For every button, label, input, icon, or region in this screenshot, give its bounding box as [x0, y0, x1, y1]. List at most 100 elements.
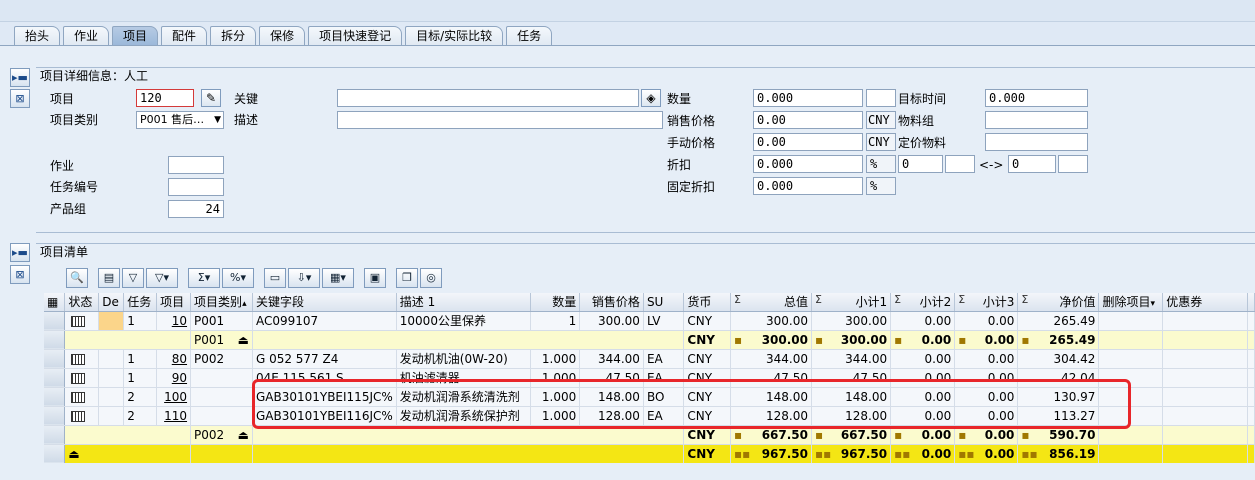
item-number-link[interactable]: 80 — [156, 349, 192, 369]
column-header-1[interactable]: De — [98, 293, 125, 312]
row-selector[interactable] — [44, 330, 66, 350]
column-header-4[interactable]: 项目类别▴ — [190, 293, 253, 312]
currency-cell: CNY — [683, 349, 731, 369]
discount-to-unit-field[interactable] — [1058, 155, 1088, 173]
product-group-field[interactable]: 24 — [168, 200, 224, 218]
discount-from-unit-field[interactable] — [945, 155, 975, 173]
row-selector[interactable] — [44, 406, 66, 426]
total-row[interactable]: ⏏ CNY ▪▪ 967.50 ▪▪ 967.50 ▪▪ 0.00 ▪▪ 0.00 ▪▪ 856.19 — [44, 444, 1255, 463]
row-selector[interactable] — [44, 368, 66, 388]
column-header-11[interactable]: Σ 总值 — [730, 293, 813, 312]
column-header-2[interactable]: 任务 — [123, 293, 158, 312]
sales-price-field[interactable]: 0.00 — [753, 111, 863, 129]
discount-to-field[interactable]: 0 — [1008, 155, 1056, 173]
export-icon[interactable]: ⇩▾ — [288, 268, 320, 288]
copy-icon[interactable]: ❐ — [396, 268, 418, 288]
description-field[interactable] — [337, 111, 663, 129]
column-header-16[interactable]: 删除项目▾ — [1098, 293, 1164, 312]
column-header-7[interactable]: 数量 — [530, 293, 581, 312]
item-category-select[interactable]: P001 售后… ▼ — [136, 111, 224, 129]
item-number-link[interactable]: 100 — [156, 387, 192, 407]
subtotal-row[interactable]: P001 ⏏ CNY ▪ 300.00 ▪ 300.00 ▪ 0.00 ▪ 0.00 ▪ 265.49 — [44, 330, 1255, 350]
quantity-unit-field[interactable] — [866, 89, 896, 107]
item-number-link[interactable]: 110 — [156, 406, 192, 426]
discount-from-field[interactable]: 0 — [898, 155, 943, 173]
item-number-link[interactable]: 90 — [156, 368, 192, 388]
pricing-material-field[interactable] — [985, 133, 1088, 151]
task-cell: 1 — [123, 349, 158, 369]
quantity-field[interactable]: 0.000 — [753, 89, 863, 107]
group-blank — [64, 330, 192, 350]
subtotal-marker-icon: ▪ — [733, 332, 743, 347]
value: 0.00 — [921, 427, 952, 442]
description-label: 描述 — [234, 113, 259, 127]
column-header-12[interactable]: Σ 小计1 — [811, 293, 892, 312]
activity-field[interactable] — [168, 156, 224, 174]
target-time-field[interactable]: 0.000 — [985, 89, 1088, 107]
column-header-10[interactable]: 货币 — [683, 293, 731, 312]
coupon-cell — [1162, 349, 1248, 369]
tab-1[interactable]: 作业 — [63, 26, 110, 46]
quantity-cell: 1.000 — [530, 368, 581, 388]
layout-icon[interactable]: ▦▾ — [322, 268, 354, 288]
subtotal1-cell: 47.50 — [811, 368, 892, 388]
details-icon[interactable]: 🔍 — [66, 268, 88, 288]
item-number-link[interactable]: 10 — [156, 311, 192, 331]
print-preview-icon[interactable]: ▭ — [264, 268, 286, 288]
subtotal-row[interactable]: P002 ⏏ CNY ▪ 667.50 ▪ 667.50 ▪ 0.00 ▪ 0.00 ▪ 590.70 — [44, 425, 1255, 445]
tab-2[interactable]: 项目 — [112, 26, 159, 46]
column-header-6[interactable]: 描述 1 — [396, 293, 531, 312]
column-header-17[interactable]: 优惠券 — [1162, 293, 1248, 312]
collapse-detail-icon[interactable]: ▸▬ — [10, 68, 30, 87]
column-header-8[interactable]: 销售价格 — [579, 293, 644, 312]
edit-icon[interactable]: ✎ — [201, 89, 221, 107]
tab-3[interactable]: 配件 — [161, 26, 208, 46]
tab-7[interactable]: 目标/实际比较 — [405, 26, 504, 46]
tab-8[interactable]: 任务 — [506, 26, 553, 46]
subtotal-icon[interactable]: %▾ — [222, 268, 254, 288]
expand-detail-icon[interactable]: ⊠ — [10, 89, 30, 108]
row-selector[interactable] — [44, 387, 66, 407]
column-header-13[interactable]: Σ 小计2 — [890, 293, 956, 312]
row-selector[interactable] — [44, 311, 66, 331]
column-header-0[interactable]: 状态 — [64, 293, 100, 312]
tab-6[interactable]: 项目快速登记 — [308, 26, 403, 46]
column-header-15[interactable]: Σ 净价值 — [1017, 293, 1100, 312]
select-all-icon[interactable]: ▦ — [44, 293, 66, 312]
keyword-field[interactable] — [337, 89, 639, 107]
quantity-cell: 1 — [530, 311, 581, 331]
column-header-5[interactable]: 关键字段 — [252, 293, 397, 312]
key-field-cell: 04E 115 561 S — [252, 368, 397, 388]
column-header-9[interactable]: SU — [643, 293, 685, 312]
tab-5[interactable]: 保修 — [259, 26, 306, 46]
expand-list-icon[interactable]: ⊠ — [10, 265, 30, 284]
column-header-14[interactable]: Σ 小计3 — [954, 293, 1019, 312]
discount-field[interactable]: 0.000 — [753, 155, 863, 173]
collapse-list-icon[interactable]: ▸▬ — [10, 243, 30, 262]
row-selector[interactable] — [44, 349, 66, 369]
item-field[interactable]: 120 — [136, 89, 194, 107]
help-icon[interactable]: ◎ — [420, 268, 442, 288]
row-selector[interactable] — [44, 425, 66, 445]
table-row[interactable]: 2 100 GAB30101YBEI115JC% 发动机润滑系统清洗剂 1.000 148… — [44, 387, 1255, 407]
tab-4[interactable]: 拆分 — [210, 26, 257, 46]
material-group-field[interactable] — [985, 111, 1088, 129]
table-row[interactable]: 1 10 P001 AC099107 10000公里保养 1 300.00 LV CNY 300.… — [44, 311, 1255, 331]
matchcode-icon[interactable]: ◈ — [641, 89, 661, 107]
discount-range-arrow: <-> — [979, 158, 1004, 172]
print-icon[interactable]: ▤ — [98, 268, 120, 288]
filter-menu-icon[interactable]: ▽▾ — [146, 268, 178, 288]
task-number-field[interactable] — [168, 178, 224, 196]
table-row[interactable]: 1 90 04E 115 561 S 机油滤清器 1.000 47.50 EA CNY 47.5… — [44, 368, 1255, 388]
tab-0[interactable]: 抬头 — [14, 26, 61, 46]
filter-icon[interactable]: ▽ — [122, 268, 144, 288]
table-row[interactable]: 1 80 P002 G 052 577 Z4 发动机机油(0W-20) 1.000 344.… — [44, 349, 1255, 369]
column-header-3[interactable]: 项目 — [156, 293, 192, 312]
sum-icon[interactable]: Σ▾ — [188, 268, 220, 288]
table-row[interactable]: 2 110 GAB30101YBEI116JC% 发动机润滑系统保护剂 1.000 128… — [44, 406, 1255, 426]
info-icon[interactable]: ▣ — [364, 268, 386, 288]
manual-price-field[interactable]: 0.00 — [753, 133, 863, 151]
row-selector[interactable] — [44, 444, 66, 463]
row-filler — [1247, 425, 1255, 445]
fixed-discount-field[interactable]: 0.000 — [753, 177, 863, 195]
